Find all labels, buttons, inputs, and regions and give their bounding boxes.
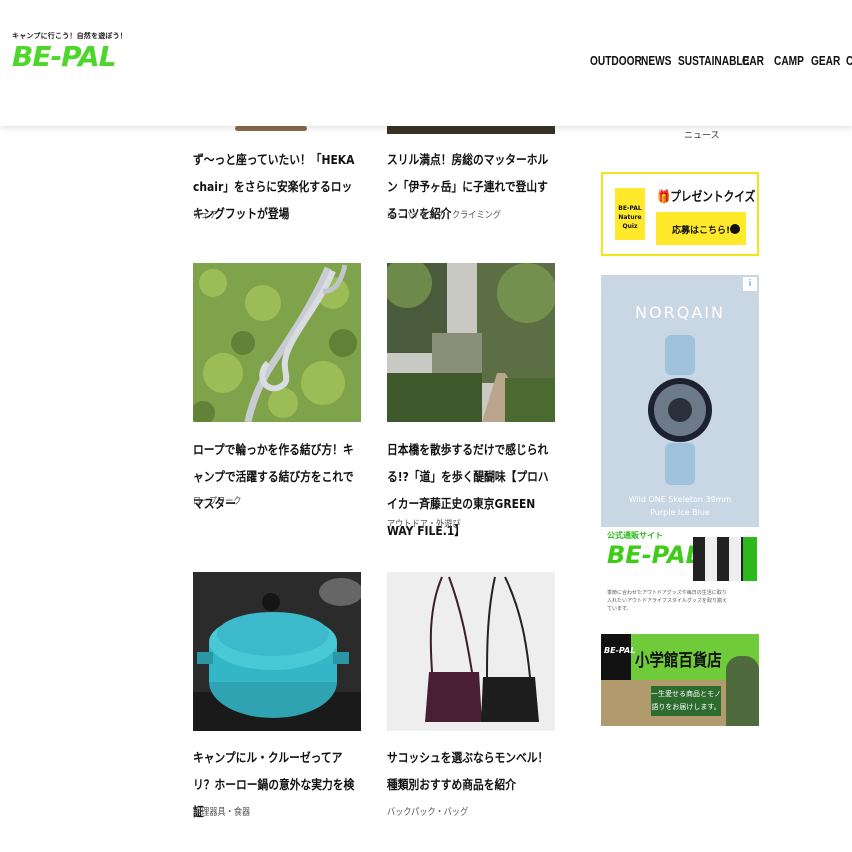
- present-quiz-banner[interactable]: BE-PAL Nature Quiz 🎁プレゼントクイズ 応募はこちら!!: [601, 172, 759, 256]
- nature-quiz-badge: BE-PAL Nature Quiz: [615, 188, 645, 240]
- article-category[interactable]: ロープワーク: [193, 493, 242, 507]
- nav-car[interactable]: CAR: [742, 53, 764, 68]
- bepal-shop-ad[interactable]: 公式通販サイト BE-PAL 季節に合わせたアウトドアグッズや毎日の生活に取り入…: [601, 527, 759, 615]
- banner-logo-block: [601, 634, 631, 680]
- quiz-title-text: プレゼントクイズ: [670, 190, 756, 205]
- site-logo[interactable]: BE-PAL: [12, 43, 117, 71]
- article-title[interactable]: サコッシュを選ぶならモンベル！種類別おすすめ商品を紹介: [387, 744, 555, 798]
- quiz-apply-button[interactable]: 応募はこちら!!: [656, 212, 746, 245]
- article-thumbnail-pot[interactable]: [193, 572, 361, 731]
- banner-title: 小学館百貨店: [635, 651, 722, 671]
- ad-brand: NORQAIN: [635, 303, 725, 322]
- nav-news[interactable]: NEWS: [641, 53, 671, 68]
- ad-info-icon[interactable]: i: [743, 277, 757, 291]
- ad-caption-line2: Purple Ice Blue: [650, 508, 710, 517]
- nav-gear[interactable]: GEAR: [811, 53, 840, 68]
- article-thumbnail-sacoche[interactable]: [387, 572, 555, 731]
- article-category[interactable]: 山・ハイキング・クライミング: [387, 207, 501, 221]
- quiz-apply-label: 応募はこちら!!: [672, 226, 735, 236]
- article-thumbnail-path[interactable]: [387, 263, 555, 422]
- article-category[interactable]: アウトドア・外遊び: [387, 516, 461, 530]
- arrow-icon: [730, 224, 740, 234]
- shop-sign-image: [693, 537, 743, 581]
- article-category[interactable]: バックパック・バッグ: [387, 804, 468, 818]
- article-category[interactable]: チェア: [193, 207, 218, 221]
- nav-outdoor[interactable]: OUTDOOR: [590, 53, 642, 68]
- watch-advertisement[interactable]: i NORQAIN Wild ONE Skeleton 39mm Purple …: [601, 275, 759, 615]
- quiz-title: 🎁プレゼントクイズ: [657, 190, 756, 205]
- shop-label: 公式通販サイト: [607, 531, 663, 540]
- nav-camp[interactable]: CAMP: [774, 53, 804, 68]
- shop-logo: BE-PAL: [607, 541, 701, 569]
- ad-caption-line1: Wild ONE Skeleton 39mm: [628, 495, 732, 504]
- department-store-banner[interactable]: BE-PAL 小学館百貨店 一生愛せる商品とモノ語りをお届けします。: [601, 634, 759, 726]
- banner-person-image: [726, 656, 759, 726]
- banner-subtitle: 一生愛せる商品とモノ語りをお届けします。: [651, 686, 721, 716]
- banner-logo: BE-PAL: [604, 646, 636, 655]
- sidebar-news-link[interactable]: ニュース: [684, 128, 720, 141]
- watch-image: [648, 335, 712, 485]
- article-title[interactable]: ず〜っと座っていたい！「HEKA chair」をさらに安楽化するロッキングフット…: [193, 146, 361, 227]
- shop-sign-tab: [743, 537, 757, 581]
- article-category[interactable]: 調理器具・食器: [193, 804, 250, 818]
- ad-caption: Wild ONE Skeleton 39mm Purple Ice Blue: [601, 493, 759, 519]
- shop-description: 季節に合わせたアウトドアグッズや毎日の生活に取り入れたいアウトドアライフスタイル…: [607, 590, 728, 612]
- article-thumbnail-rope[interactable]: [193, 263, 361, 422]
- nav-sustainable[interactable]: SUSTAINABLE: [678, 53, 749, 68]
- nav-more-truncated[interactable]: C: [846, 53, 852, 68]
- site-header: キャンプに行こう！自然を遊ぼう！ BE-PAL OUTDOOR NEWS SUS…: [0, 0, 852, 126]
